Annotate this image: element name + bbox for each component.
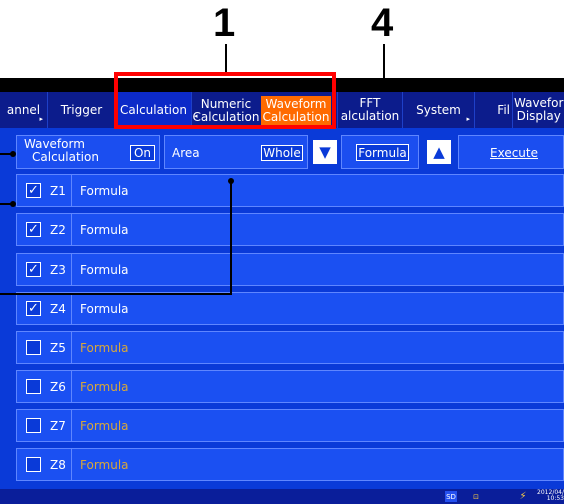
waveform-calculation-label: Waveform Calculation [24,138,99,164]
on-toggle-label: On [133,146,152,160]
triangle-down-icon: ▼ [319,142,331,161]
tab-trigger[interactable]: Trigger [48,92,116,128]
move-down-button[interactable]: ▼ [313,140,337,164]
usb-icon: ⊡ [473,492,479,501]
waveform-display-label: Wavefor Display [514,97,563,123]
area-whole-select[interactable]: Whole [261,145,303,161]
sd-card-icon: SD [445,491,457,502]
calc-row[interactable]: ✓ Z1 Formula [16,174,564,207]
callout-number-4: 4 [371,1,394,45]
calc-id-label: Z1 [50,184,66,198]
row-separator [71,214,72,245]
callout-1-leader [225,44,227,73]
tab-fft-calculation[interactable]: FFT alculation [337,92,403,128]
calc-row[interactable]: ✓ Z4 Formula [16,292,564,325]
tab-system[interactable]: System ▸ [403,92,475,128]
formula-text[interactable]: Formula [80,184,129,198]
fft-label: FFT alculation [341,97,400,123]
calc-id-label: Z4 [50,302,66,316]
area-label: Area [172,146,200,160]
formula-text[interactable]: Formula [80,419,129,433]
power-plug-icon: ⚡ [519,491,527,502]
row-separator [71,371,72,402]
status-datetime: 2012/04/ 10:53 [532,490,564,502]
waveform-calculation-on-toggle[interactable]: On [130,145,155,161]
calc-row[interactable]: Z5 Formula [16,331,564,364]
tab-channel[interactable]: annel ▸ [0,92,48,128]
execute-field: Execute [458,135,564,169]
formula-text[interactable]: Formula [80,223,129,237]
status-bar: SD ⊡ ⚡ 2012/04/ 10:53 [0,489,564,504]
calc-id-label: Z6 [50,380,66,394]
tab-trigger-label: Trigger [60,102,103,117]
triangle-up-icon: ▲ [433,142,445,161]
formula-button[interactable]: Formula [356,144,409,161]
callout-number-1: 1 [213,1,236,45]
calc-id-label: Z8 [50,458,66,472]
calc-id-label: Z2 [50,223,66,237]
formula-field: Formula [341,135,419,169]
formula-text[interactable]: Formula [80,302,129,316]
area-value: Whole [263,146,301,160]
calc-row[interactable]: Z7 Formula [16,409,564,442]
row-separator [71,332,72,363]
move-up-button[interactable]: ▲ [427,140,451,164]
enable-checkbox[interactable] [26,457,41,472]
area-field: Area Whole [164,135,308,169]
area-leader-dot [228,178,234,184]
row-separator [71,410,72,441]
highlight-box [114,72,336,129]
tab-channel-label: annel [6,102,41,117]
waveform-calc-line2: Calculation [32,150,99,164]
waveform-calculation-field: Waveform Calculation On [16,135,160,169]
formula-text[interactable]: Formula [80,458,129,472]
calc-row[interactable]: ✓ Z2 Formula [16,213,564,246]
checkmark-icon[interactable]: ✓ [26,301,41,316]
tab-channel-arrow-icon: ▸ [39,115,43,123]
left-leader-2-dot [10,201,16,207]
status-time: 10:53 [546,495,564,502]
enable-checkbox[interactable] [26,379,41,394]
calc-row[interactable]: Z6 Formula [16,370,564,403]
left-leader-1-dot [10,151,16,157]
row-separator [71,254,72,285]
formula-text[interactable]: Formula [80,380,129,394]
left-leader-3 [0,293,232,295]
waveform-display-label-line2: Display [516,109,561,123]
tab-system-arrow-icon: ▸ [466,115,470,123]
checkmark-icon[interactable]: ✓ [26,262,41,277]
checkmark-icon[interactable]: ✓ [26,222,41,237]
execute-button[interactable]: Execute [490,146,538,160]
calc-row[interactable]: ✓ Z3 Formula [16,253,564,286]
row-separator [71,449,72,480]
row-separator [71,293,72,324]
calc-toolbar: Waveform Calculation On Area Whole ▼ For… [0,135,564,173]
calc-row[interactable]: Z8 Formula [16,448,564,481]
enable-checkbox[interactable] [26,340,41,355]
area-leader-vertical [230,180,232,295]
enable-checkbox[interactable] [26,418,41,433]
calc-id-label: Z3 [50,263,66,277]
formula-button-label: Formula [358,145,407,160]
calc-id-label: Z7 [50,419,66,433]
device-screen: annel ▸ Trigger Calculation ◂ Numeric Ca… [0,78,564,504]
tab-system-label: System [416,102,461,117]
calc-id-label: Z5 [50,341,66,355]
formula-text[interactable]: Formula [80,341,129,355]
formula-text[interactable]: Formula [80,263,129,277]
tab-file-label: Fil [497,102,510,117]
tab-waveform-display[interactable]: Wavefor Display [513,92,564,128]
row-separator [71,175,72,206]
checkmark-icon[interactable]: ✓ [26,183,41,198]
tab-file[interactable]: Fil [475,92,513,128]
fft-label-line2: alculation [340,109,400,123]
